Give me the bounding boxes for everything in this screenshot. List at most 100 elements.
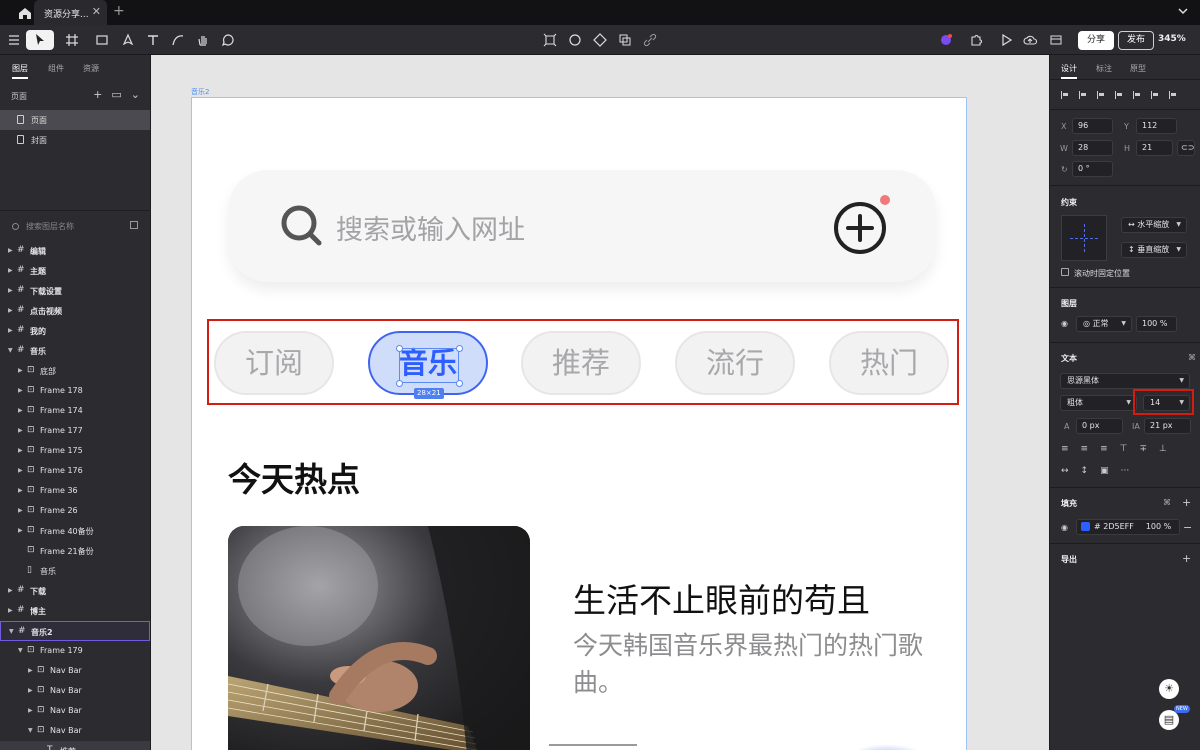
caret-right-icon[interactable]: ▶: [18, 427, 23, 434]
chevron-down-icon[interactable]: [1178, 6, 1188, 16]
font-family-select[interactable]: 思源黑体 ▼: [1060, 373, 1190, 389]
text-align-left-icon[interactable]: ≡: [1061, 444, 1069, 454]
x-field[interactable]: 96: [1072, 118, 1113, 134]
constraints-widget[interactable]: [1061, 215, 1107, 261]
music2-frame[interactable]: 搜索或输入网址 订阅 音乐 推荐 流行 热门 28×21 今天热点 生活不止眼前…: [191, 97, 967, 750]
vertical-constraint-select[interactable]: ↕ 垂直缩放 ▼: [1121, 242, 1187, 258]
blend-mode-select[interactable]: ◎ 正常 ▼: [1076, 316, 1132, 332]
layer-row[interactable]: ▶ # 下载: [0, 581, 150, 601]
rotation-field[interactable]: 0 °: [1072, 161, 1113, 177]
plugin-avatar-icon[interactable]: [936, 30, 956, 50]
frame-tool-icon[interactable]: [62, 30, 82, 50]
layer-row[interactable]: ▶ ⊡ Frame 26: [0, 501, 150, 521]
layer-row[interactable]: ▼ ⊡ Nav Bar: [0, 721, 150, 741]
fix-scroll-checkbox[interactable]: [1061, 268, 1069, 276]
tab-design[interactable]: 设计: [1061, 63, 1077, 74]
fill-color-swatch[interactable]: [1081, 522, 1090, 531]
publish-button[interactable]: 发布: [1118, 31, 1155, 50]
layer-row[interactable]: ▶ ⊡ Frame 36: [0, 481, 150, 501]
caret-right-icon[interactable]: ▶: [18, 467, 23, 474]
home-icon[interactable]: [14, 5, 36, 21]
document-tab[interactable]: 资源分享... ✕: [34, 0, 107, 25]
add-export-icon[interactable]: +: [1182, 552, 1191, 565]
layer-row[interactable]: ▼ # 音乐2: [0, 621, 150, 641]
canvas[interactable]: 音乐2 搜索或输入网址 订阅 音乐 推荐 流行 热门 28×21 今天热点 生活…: [151, 55, 1049, 750]
letter-spacing-field[interactable]: 0 px: [1076, 418, 1123, 434]
path-tool-icon[interactable]: [168, 30, 188, 50]
text-align-right-icon[interactable]: ≡: [1100, 444, 1108, 454]
layer-row[interactable]: ▶ # 点击视频: [0, 301, 150, 321]
resize-handle[interactable]: [396, 380, 403, 387]
upload-cloud-icon[interactable]: [1020, 30, 1040, 50]
caret-right-icon[interactable]: ▶: [8, 287, 13, 294]
comment-tool-icon[interactable]: [218, 30, 238, 50]
tab-components[interactable]: 组件: [48, 63, 64, 74]
layer-row[interactable]: ⊡ Frame 21备份: [0, 541, 150, 561]
y-field[interactable]: 112: [1136, 118, 1177, 134]
auto-height-icon[interactable]: ↕: [1081, 466, 1089, 476]
layer-row[interactable]: T 推荐: [0, 741, 150, 750]
text-align-bottom-icon[interactable]: ⊥: [1159, 444, 1167, 454]
layer-search[interactable]: 搜索图层名称: [12, 221, 74, 232]
layer-row[interactable]: ▶ ⊡ Frame 178: [0, 381, 150, 401]
hand-tool-icon[interactable]: [193, 30, 213, 50]
add-page-icon[interactable]: +: [93, 88, 102, 101]
tab-layers[interactable]: 图层: [12, 63, 28, 74]
layer-row[interactable]: ▶ # 我的: [0, 321, 150, 341]
distribute-icon[interactable]: [1168, 90, 1178, 99]
layer-row[interactable]: ▶ ⊡ Frame 177: [0, 421, 150, 441]
text-tool-icon[interactable]: [143, 30, 163, 50]
font-weight-select[interactable]: 粗体 ▼: [1060, 395, 1137, 411]
caret-right-icon[interactable]: ▶: [18, 527, 23, 534]
link-icon[interactable]: [640, 30, 660, 50]
layer-row[interactable]: ▶ ⊡ Frame 40备份: [0, 521, 150, 541]
layer-row[interactable]: ▶ # 博主: [0, 601, 150, 621]
resize-handle[interactable]: [456, 380, 463, 387]
caret-right-icon[interactable]: ▶: [18, 387, 23, 394]
pen-tool-icon[interactable]: [118, 30, 138, 50]
frame-label[interactable]: 音乐2: [191, 87, 209, 97]
tab-prototype[interactable]: 原型: [1130, 63, 1146, 74]
align-vcenter-icon[interactable]: [1132, 90, 1142, 99]
fill-visibility-icon[interactable]: ◉: [1061, 523, 1068, 532]
caret-right-icon[interactable]: ▶: [8, 327, 13, 334]
caret-right-icon[interactable]: ▶: [8, 267, 13, 274]
close-tab-icon[interactable]: ✕: [92, 5, 101, 18]
caret-down-icon[interactable]: ▼: [9, 628, 14, 635]
layer-row[interactable]: ▼ ⊡ Frame 179: [0, 641, 150, 661]
boolean-icon[interactable]: [590, 30, 610, 50]
line-height-field[interactable]: 21 px: [1144, 418, 1191, 434]
union-icon[interactable]: [615, 30, 635, 50]
page-item[interactable]: 页面: [0, 110, 150, 130]
text-align-center-icon[interactable]: ≡: [1081, 444, 1089, 454]
constrain-proportions-icon[interactable]: ⊂⊃: [1177, 140, 1195, 156]
align-top-icon[interactable]: [1114, 90, 1124, 99]
caret-right-icon[interactable]: ▶: [18, 367, 23, 374]
move-tool-icon[interactable]: [26, 30, 54, 50]
layer-row[interactable]: ▶ # 主题: [0, 261, 150, 281]
align-bottom-icon[interactable]: [1150, 90, 1160, 99]
tab-hot[interactable]: 热门: [829, 331, 949, 395]
caret-right-icon[interactable]: ▶: [18, 487, 23, 494]
article-title[interactable]: 生活不止眼前的苟且: [573, 574, 870, 622]
filter-icon[interactable]: [130, 221, 138, 229]
layer-row[interactable]: ▶ ⊡ Frame 175: [0, 441, 150, 461]
caret-right-icon[interactable]: ▶: [18, 447, 23, 454]
tab-annotation[interactable]: 标注: [1096, 63, 1112, 74]
caret-right-icon[interactable]: ▶: [8, 307, 13, 314]
share-button[interactable]: 分享: [1078, 31, 1115, 50]
resize-handle[interactable]: [396, 345, 403, 352]
layer-row[interactable]: ▶ ⊡ Frame 176: [0, 461, 150, 481]
caret-right-icon[interactable]: ▶: [28, 687, 33, 694]
layer-row[interactable]: ▶ ⊡ 底部: [0, 361, 150, 381]
zoom-level[interactable]: 345%: [1158, 34, 1186, 44]
layer-row[interactable]: ▶ # 编辑: [0, 241, 150, 261]
text-styles-icon[interactable]: ⌘: [1188, 353, 1196, 362]
caret-right-icon[interactable]: ▶: [18, 407, 23, 414]
caret-right-icon[interactable]: ▶: [8, 587, 13, 594]
layer-row[interactable]: ▼ # 音乐: [0, 341, 150, 361]
align-left-icon[interactable]: [1060, 90, 1070, 99]
layer-row[interactable]: ▶ ⊡ Frame 174: [0, 401, 150, 421]
tab-popular[interactable]: 流行: [675, 331, 795, 395]
tab-recommend[interactable]: 推荐: [521, 331, 641, 395]
